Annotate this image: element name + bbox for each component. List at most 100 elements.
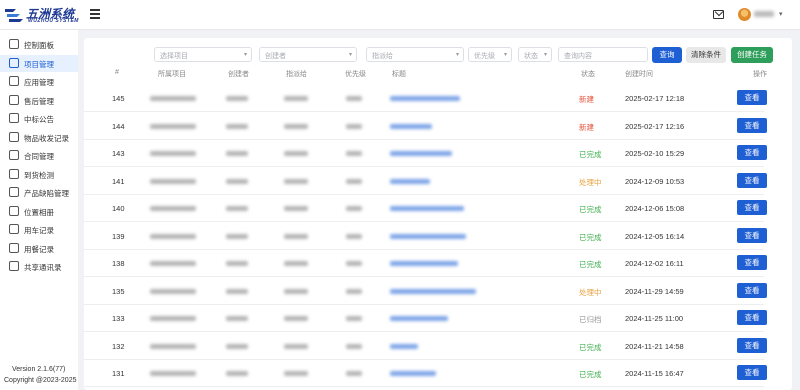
task-id: 141 [112, 176, 125, 186]
sidebar-item-label: 位置相册 [24, 207, 54, 217]
sidebar-item[interactable]: 项目管理 [0, 54, 78, 72]
sidebar-item-label: 中标公告 [24, 115, 54, 124]
logo-mark-icon [5, 9, 23, 22]
aftersale-icon [9, 94, 19, 105]
task-id: 138 [112, 259, 125, 268]
create-task-button[interactable]: 创建任务 [731, 47, 773, 63]
column-header: 指派给 [286, 71, 307, 78]
view-button[interactable]: 查看 [737, 310, 767, 325]
column-header: # [115, 69, 119, 76]
clear-filters-button[interactable]: 清除条件 [686, 47, 726, 63]
sidebar-item[interactable]: 应用管理 [0, 73, 78, 90]
app-icon [9, 76, 19, 86]
redacted-cell [150, 316, 196, 321]
sidebar-item[interactable]: 用车记录 [0, 221, 78, 238]
task-title-link[interactable] [390, 233, 466, 239]
view-button[interactable]: 查看 [737, 255, 767, 270]
sidebar-item[interactable]: 中标公告 [0, 110, 78, 127]
mail-icon[interactable] [713, 10, 724, 19]
redacted-cell [226, 371, 248, 376]
sidebar-item[interactable]: 产品缺陷管理 [0, 184, 78, 201]
column-header: 所属项目 [158, 71, 186, 78]
redacted-cell [346, 178, 362, 184]
task-title-link[interactable] [390, 343, 418, 349]
column-header: 创建时间 [625, 71, 653, 78]
redacted-cell [284, 151, 308, 156]
redacted-cell [226, 343, 248, 349]
chevron-down-icon[interactable]: ▾ [779, 10, 783, 18]
task-title-link[interactable] [390, 96, 460, 101]
task-id: 131 [112, 369, 125, 378]
redacted-cell [226, 316, 248, 321]
table-row: 139 已完成 2024-12-05 16:14 查看 [84, 223, 767, 250]
search-input[interactable]: 查询内容 [558, 47, 648, 62]
column-header: 创建者 [228, 71, 249, 78]
priority-select[interactable]: 优先级 ▾ [468, 47, 512, 62]
inspection-icon [9, 168, 19, 179]
sidebar-item[interactable]: 位置相册 [0, 203, 78, 220]
menu-toggle-icon[interactable] [90, 9, 100, 19]
view-button[interactable]: 查看 [737, 172, 767, 188]
view-button[interactable]: 查看 [737, 227, 767, 243]
announcement-icon [9, 113, 19, 123]
sidebar-item-label: 物品收发记录 [24, 133, 69, 143]
redacted-cell [226, 151, 248, 156]
view-button[interactable]: 查看 [737, 145, 767, 160]
task-id: 135 [112, 286, 125, 296]
task-id: 145 [112, 94, 125, 103]
redacted-cell [346, 96, 362, 101]
view-button[interactable]: 查看 [737, 117, 767, 133]
status-badge: 已完成 [579, 232, 602, 242]
table-row: 144 新建 2025-02-17 12:16 查看 [84, 113, 767, 140]
task-title-link[interactable] [390, 371, 436, 376]
redacted-cell [284, 96, 308, 101]
created-time: 2024-12-09 10:53 [625, 176, 685, 186]
task-title-link[interactable] [390, 316, 448, 321]
task-title-link[interactable] [390, 206, 464, 211]
sidebar-item-label: 共享通讯录 [24, 263, 62, 272]
sidebar-item-label: 用车记录 [24, 226, 54, 235]
table-row: 141 处理中 2024-12-09 10:53 查看 [84, 168, 767, 195]
project-select[interactable]: 选择项目 ▾ [154, 47, 252, 62]
view-button[interactable]: 查看 [737, 90, 767, 105]
query-button[interactable]: 查询 [652, 47, 682, 63]
sidebar-item[interactable]: 到货检测 [0, 166, 78, 183]
redacted-cell [226, 123, 248, 129]
sidebar-item[interactable]: 物品收发记录 [0, 129, 78, 146]
created-time: 2025-02-17 12:18 [625, 94, 685, 103]
sidebar-item[interactable]: 控制面板 [0, 36, 78, 53]
status-select[interactable]: 状态 ▾ [518, 47, 552, 62]
column-header: 状态 [581, 71, 595, 78]
status-badge: 处理中 [579, 287, 602, 297]
top-bar: 五洲系统 WUZHOU SYSTEM ▾ [0, 0, 800, 30]
task-title-link[interactable] [390, 123, 432, 129]
view-button[interactable]: 查看 [737, 282, 767, 298]
chevron-down-icon: ▾ [243, 52, 247, 58]
view-button[interactable]: 查看 [737, 337, 767, 353]
user-name [754, 11, 774, 17]
created-time: 2024-12-06 15:08 [625, 204, 685, 213]
redacted-cell [150, 96, 196, 101]
sidebar-item[interactable]: 共享通讯录 [0, 258, 78, 275]
sidebar-item-label: 售后管理 [24, 96, 54, 106]
created-time: 2025-02-10 15:29 [625, 149, 685, 158]
task-title-link[interactable] [390, 178, 430, 184]
sidebar-item[interactable]: 售后管理 [0, 92, 78, 109]
view-button[interactable]: 查看 [737, 365, 767, 380]
sidebar-item-label: 到货检测 [24, 170, 54, 180]
task-title-link[interactable] [390, 261, 458, 266]
task-title-link[interactable] [390, 151, 452, 156]
redacted-cell [346, 123, 362, 129]
status-badge: 已归档 [579, 315, 602, 324]
redacted-cell [150, 151, 196, 156]
creator-select[interactable]: 创建者 ▾ [259, 47, 357, 62]
assignee-select[interactable]: 指派给 ▾ [366, 47, 464, 62]
car-icon [9, 224, 19, 234]
avatar[interactable] [738, 8, 751, 21]
task-title-link[interactable] [390, 288, 476, 294]
contacts-icon [9, 261, 19, 271]
sidebar-item[interactable]: 用餐记录 [0, 240, 78, 257]
sidebar-item[interactable]: 合同管理 [0, 147, 78, 164]
view-button[interactable]: 查看 [737, 200, 767, 215]
redacted-cell [150, 343, 196, 349]
